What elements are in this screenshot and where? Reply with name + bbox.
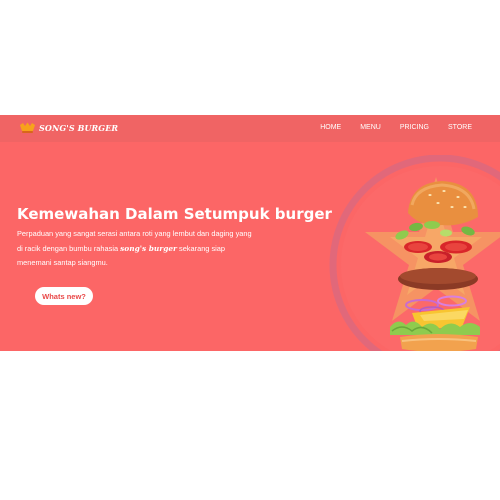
- nav-links: HOME MENU PRICING STORE: [320, 124, 472, 131]
- burger-illustration: [320, 155, 500, 351]
- brand-name: SONG'S BURGER: [39, 123, 119, 133]
- brand-logo[interactable]: SONG'S BURGER: [19, 122, 118, 134]
- whats-new-button[interactable]: Whats new?: [35, 287, 93, 305]
- page: SONG'S BURGER HOME MENU PRICING STORE Ke…: [0, 0, 500, 500]
- hero-description-brand: song's burger: [120, 243, 177, 253]
- nav-menu[interactable]: MENU: [360, 124, 381, 131]
- navbar: SONG'S BURGER HOME MENU PRICING STORE: [0, 115, 500, 142]
- landing-page: SONG'S BURGER HOME MENU PRICING STORE Ke…: [0, 115, 500, 351]
- burger-logo-icon: [20, 122, 35, 133]
- nav-home[interactable]: HOME: [320, 124, 341, 131]
- nav-store[interactable]: STORE: [448, 124, 472, 131]
- hero-title: Kemewahan Dalam Setumpuk burger: [17, 205, 332, 223]
- nav-pricing[interactable]: PRICING: [400, 124, 429, 131]
- hero-description: Perpaduan yang sangat serasi antara roti…: [17, 227, 252, 271]
- exploded-burger-illustration: [329, 155, 500, 351]
